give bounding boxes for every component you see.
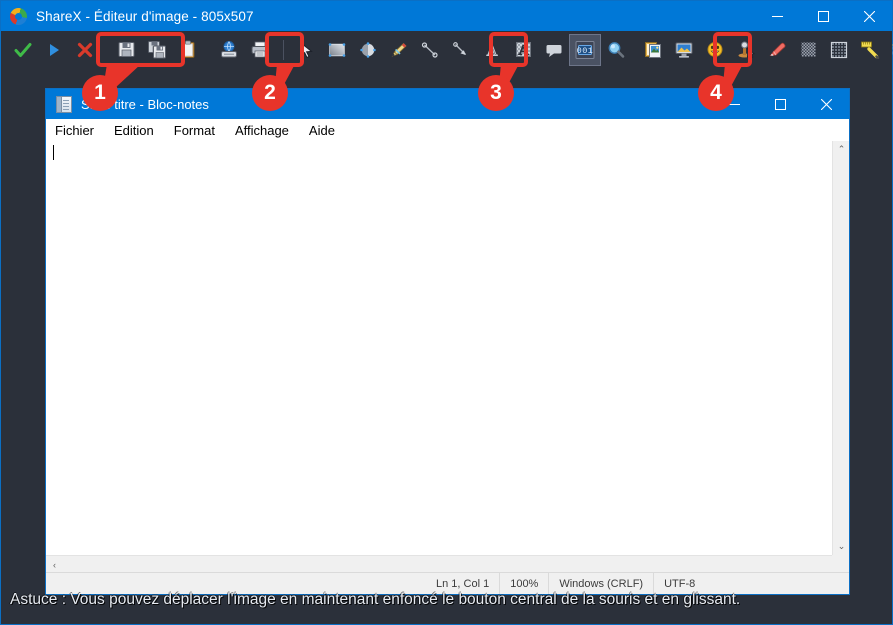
status-zoom: 100%: [499, 572, 548, 594]
print-image-button[interactable]: [245, 35, 275, 65]
minimize-button[interactable]: [754, 1, 800, 31]
freehand-tool[interactable]: [384, 35, 414, 65]
scroll-down-arrow-icon[interactable]: ⌄: [833, 538, 849, 555]
cursor-stamp-tool[interactable]: [731, 35, 761, 65]
annotation-badge-1: 1: [82, 75, 118, 111]
accept-button[interactable]: [8, 35, 38, 65]
menu-edition[interactable]: Edition: [114, 123, 154, 138]
menu-affichage[interactable]: Affichage: [235, 123, 289, 138]
svg-text:001: 001: [577, 46, 594, 56]
notepad-text-area[interactable]: [46, 141, 832, 555]
notepad-status-bar: Ln 1, Col 1 100% Windows (CRLF) UTF-8: [46, 572, 849, 594]
status-position: Ln 1, Col 1: [436, 577, 490, 590]
step-counter-tool[interactable]: 001: [569, 33, 601, 66]
notepad-maximize-button[interactable]: [757, 89, 803, 119]
copy-image-button[interactable]: [173, 35, 203, 65]
sharex-logo-icon: [10, 7, 27, 25]
arrow-tool[interactable]: [446, 35, 476, 65]
title-bar: ShareX - Éditeur d'image - 805x507: [1, 1, 892, 31]
notepad-menu-bar: Fichier Edition Format Affichage Aide: [46, 119, 849, 141]
annotation-badge-2: 2: [252, 75, 288, 111]
text-outline-tool[interactable]: A: [477, 35, 507, 65]
select-tool[interactable]: [291, 35, 321, 65]
image-from-screen-tool[interactable]: [669, 35, 699, 65]
crop-tool[interactable]: [886, 35, 893, 65]
annotation-badge-3: 3: [478, 75, 514, 111]
notepad-horizontal-scrollbar[interactable]: ‹: [46, 555, 832, 572]
rectangle-tool[interactable]: [322, 35, 352, 65]
status-encoding: UTF-8: [653, 572, 705, 594]
notepad-icon: [56, 95, 72, 113]
svg-text:A: A: [518, 44, 529, 59]
speech-balloon-tool[interactable]: [539, 35, 569, 65]
line-tool[interactable]: [415, 35, 445, 65]
ellipse-tool[interactable]: [353, 35, 383, 65]
menu-format[interactable]: Format: [174, 123, 215, 138]
magnify-tool[interactable]: [601, 35, 631, 65]
status-line-ending: Windows (CRLF): [548, 572, 653, 594]
scroll-up-arrow-icon[interactable]: ⌃: [833, 141, 849, 158]
save-image-as-button[interactable]: [142, 35, 172, 65]
scrollbar-corner: [832, 555, 849, 572]
window-title: ShareX - Éditeur d'image - 805x507: [36, 8, 254, 24]
notepad-vertical-scrollbar[interactable]: ⌃ ⌄: [832, 141, 849, 555]
text-background-tool[interactable]: A: [508, 35, 538, 65]
text-caret: [53, 145, 54, 160]
blur-tool[interactable]: [793, 35, 823, 65]
notepad-body: ⌃ ⌄ ‹: [46, 141, 849, 572]
sharex-image-editor-window: ShareX - Éditeur d'image - 805x507 A A 0…: [0, 0, 893, 625]
scroll-left-arrow-icon[interactable]: ‹: [46, 556, 63, 573]
maximize-button[interactable]: [800, 1, 846, 31]
upload-image-button[interactable]: [214, 35, 244, 65]
run-after-button[interactable]: [39, 35, 69, 65]
ruler-tool[interactable]: [855, 35, 885, 65]
svg-text:A: A: [487, 43, 498, 59]
editor-toolbar: A A 001: [2, 31, 893, 87]
highlight-tool[interactable]: [762, 35, 792, 65]
close-button[interactable]: [846, 1, 892, 31]
editor-canvas[interactable]: Sans titre - Bloc-notes Fichier Edition: [2, 68, 892, 595]
notepad-close-button[interactable]: [803, 89, 849, 119]
menu-aide[interactable]: Aide: [309, 123, 335, 138]
sticker-tool[interactable]: [700, 35, 730, 65]
cancel-button[interactable]: [70, 35, 100, 65]
annotation-badge-4: 4: [698, 75, 734, 111]
save-image-button[interactable]: [111, 35, 141, 65]
notepad-window-image: Sans titre - Bloc-notes Fichier Edition: [45, 88, 850, 595]
image-from-file-tool[interactable]: [638, 35, 668, 65]
pixelate-tool[interactable]: [824, 35, 854, 65]
menu-fichier[interactable]: Fichier: [55, 123, 94, 138]
window-controls: [754, 1, 892, 31]
